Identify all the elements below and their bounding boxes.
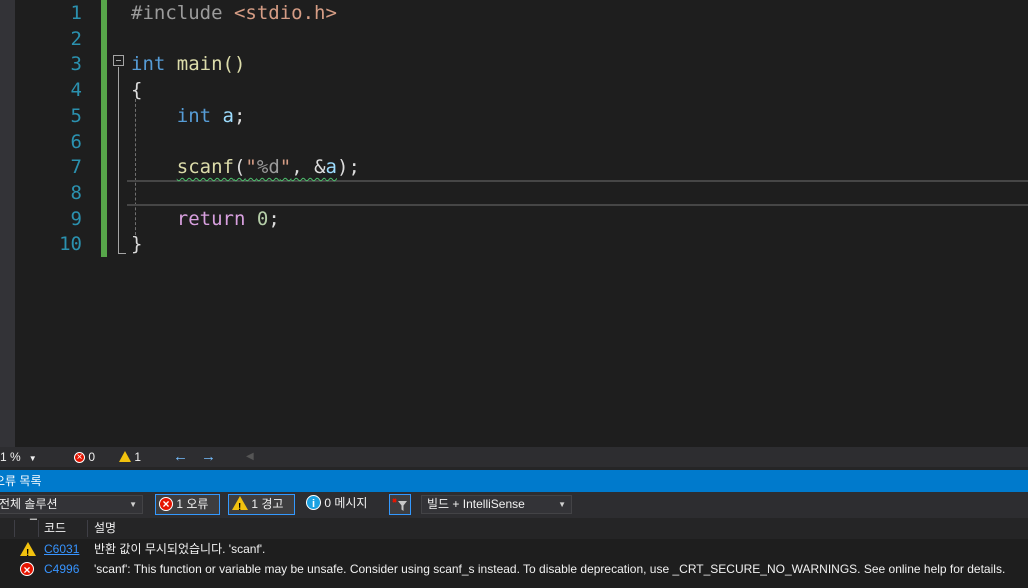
editor-status-strip: 1 % ▼ 0 1 ← → ◀ xyxy=(0,447,1028,468)
function-name: main() xyxy=(176,53,246,75)
line-number: 8 xyxy=(70,182,82,204)
close-brace: } xyxy=(131,233,143,255)
argument-separator: , & xyxy=(291,156,326,178)
line-number: 1 xyxy=(70,2,82,24)
collapse-toggle-icon[interactable] xyxy=(113,55,124,66)
messages-filter-button[interactable]: 0 메시지 xyxy=(304,494,382,515)
scope-dropdown[interactable]: 전체 솔루션 ▼ xyxy=(0,495,143,514)
error-count: 0 xyxy=(88,450,96,464)
line-number: 6 xyxy=(70,131,82,153)
line-number: 9 xyxy=(70,208,82,230)
close-paren: ); xyxy=(337,156,360,178)
line-number: 5 xyxy=(70,105,82,127)
error-description: 'scanf': This function or variable may b… xyxy=(94,562,1006,576)
error-icon xyxy=(159,495,173,514)
variable-a: a xyxy=(222,105,234,127)
line-number: 2 xyxy=(70,28,82,50)
scroll-left-icon[interactable]: ◀ xyxy=(246,447,254,467)
warning-indicator[interactable]: 1 xyxy=(119,447,141,467)
string-quote: " xyxy=(279,156,292,178)
column-header-description[interactable]: 설명 xyxy=(94,518,116,539)
line-number: 7 xyxy=(70,156,82,178)
previous-issue-arrow-icon[interactable]: ← xyxy=(173,447,188,467)
code-line-1[interactable]: #include <stdio.h> xyxy=(131,0,337,26)
preprocessor-directive: #include xyxy=(131,2,223,24)
semicolon: ; xyxy=(268,208,280,230)
error-description: 반환 값이 무시되었습니다. 'scanf'. xyxy=(94,542,266,556)
error-list-toolbar: 전체 솔루션 ▼ 1 오류 1 경고 0 메시지 빌드 + IntelliSen… xyxy=(0,492,1028,518)
outline-fold-line xyxy=(118,67,119,253)
function-call-scanf: scanf xyxy=(176,156,234,178)
open-paren: ( xyxy=(233,156,246,178)
error-list-titlebar: 오류 목록 xyxy=(0,470,1028,492)
zoom-value: 1 % xyxy=(0,450,21,464)
column-divider xyxy=(38,520,39,537)
warning-icon xyxy=(119,451,131,462)
line-number: 3 xyxy=(70,53,82,75)
chevron-down-icon: ▼ xyxy=(558,500,566,509)
warnings-filter-label: 1 경고 xyxy=(251,497,284,511)
error-code-link[interactable]: C4996 xyxy=(44,559,79,579)
code-line-7[interactable]: scanf("%d", &a); xyxy=(131,154,360,180)
format-specifier: %d xyxy=(256,156,280,178)
line-number-gutter: 1 2 3 4 5 6 7 8 9 10 xyxy=(15,0,100,270)
error-code-link[interactable]: C6031 xyxy=(44,539,79,559)
code-editor[interactable]: 1 2 3 4 5 6 7 8 9 10 #include <stdio.h> … xyxy=(0,0,1028,447)
keyword-int: int xyxy=(176,105,212,127)
error-icon xyxy=(74,448,85,468)
chevron-down-icon: ▼ xyxy=(129,500,137,509)
string-quote: " xyxy=(245,156,257,178)
filter-icon[interactable] xyxy=(389,494,411,515)
error-list-header: ▔ 코드 설명 xyxy=(0,518,1028,539)
source-filter-value: 빌드 + IntelliSense xyxy=(427,497,525,511)
keyword-return: return xyxy=(176,208,246,230)
keyword-int: int xyxy=(131,53,166,75)
table-row[interactable]: C4996 'scanf': This function or variable… xyxy=(0,559,1028,580)
next-issue-arrow-icon[interactable]: → xyxy=(201,447,216,467)
code-line-9[interactable]: return 0; xyxy=(131,206,280,232)
column-divider xyxy=(87,520,88,537)
error-indicator[interactable]: 0 xyxy=(74,447,96,468)
errors-filter-button[interactable]: 1 오류 xyxy=(155,494,220,515)
column-header-code[interactable]: 코드 xyxy=(44,518,66,539)
line-number: 10 xyxy=(59,233,82,255)
zoom-level[interactable]: 1 % ▼ xyxy=(0,447,37,467)
code-line-5[interactable]: int a; xyxy=(131,103,246,129)
column-divider xyxy=(14,520,15,537)
number-literal: 0 xyxy=(256,208,269,230)
current-line-highlight xyxy=(127,180,1028,206)
editor-left-margin xyxy=(0,0,15,447)
source-filter-dropdown[interactable]: 빌드 + IntelliSense ▼ xyxy=(421,495,572,514)
warning-icon xyxy=(20,542,36,564)
filter-column-icon[interactable]: ▔ xyxy=(30,514,37,535)
zoom-dropdown-icon[interactable]: ▼ xyxy=(29,454,37,463)
squiggle-warning[interactable]: scanf("%d", &a xyxy=(177,156,337,178)
code-line-4[interactable]: { xyxy=(131,77,142,103)
line-number: 4 xyxy=(70,79,82,101)
include-header: <stdio.h> xyxy=(233,2,337,24)
messages-filter-label: 0 메시지 xyxy=(324,496,368,510)
warning-count: 1 xyxy=(134,450,142,464)
error-icon xyxy=(20,560,34,580)
change-tracking-bar xyxy=(101,0,107,257)
table-row[interactable]: C6031 반환 값이 무시되었습니다. 'scanf'. xyxy=(0,539,1028,564)
outline-fold-end xyxy=(118,253,126,254)
open-brace: { xyxy=(131,79,143,101)
scope-value: 전체 솔루션 xyxy=(0,497,58,511)
code-line-10[interactable]: } xyxy=(131,231,142,257)
code-line-3[interactable]: int main() xyxy=(131,51,245,77)
semicolon: ; xyxy=(234,105,246,127)
warning-icon xyxy=(232,496,248,517)
info-icon xyxy=(306,495,321,514)
warnings-filter-button[interactable]: 1 경고 xyxy=(228,494,295,517)
variable-a: a xyxy=(325,156,337,178)
error-list-title: 오류 목록 xyxy=(0,474,42,488)
errors-filter-label: 1 오류 xyxy=(176,497,209,511)
